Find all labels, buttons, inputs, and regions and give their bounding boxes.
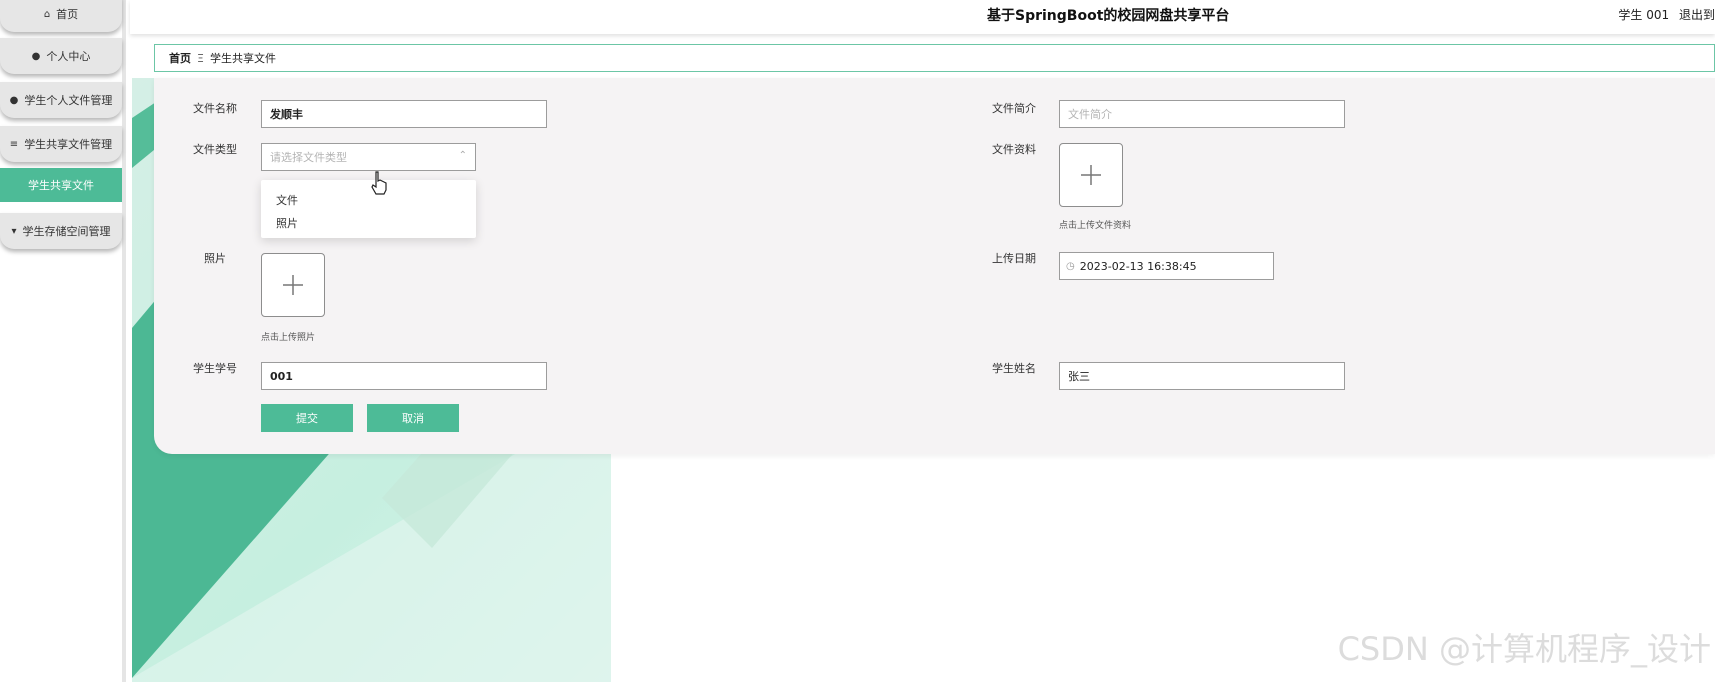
photo-hint: 点击上传照片: [261, 333, 316, 343]
sidebar-item-personal-center[interactable]: ● 个人中心: [0, 38, 122, 74]
file-type-label: 文件类型: [193, 143, 237, 156]
file-material-hint: 点击上传文件资料: [1059, 221, 1132, 231]
breadcrumb: 首页 Ξ 学生共享文件: [154, 44, 1715, 72]
file-type-dropdown: 文件 照片: [261, 180, 476, 238]
cancel-button[interactable]: 取消: [367, 404, 459, 432]
sidebar-item-label: 学生共享文件管理: [24, 138, 113, 151]
user-area: 学生 001 退出到: [1612, 6, 1715, 23]
top-bar: 基于SpringBoot的校园网盘共享平台 学生 001 退出到: [130, 0, 1715, 34]
sidebar-item-home[interactable]: ⌂ 首页: [0, 0, 122, 32]
form-card: 文件名称 发顺丰 文件简介 文件简介 文件类型 请选择文件类型 ⌃ 文件资料 点…: [154, 78, 1715, 454]
submit-button[interactable]: 提交: [261, 404, 353, 432]
dropdown-option-photo[interactable]: 照片: [276, 215, 298, 231]
photo-upload[interactable]: [261, 253, 325, 317]
sidebar-item-label: 个人中心: [46, 50, 91, 63]
breadcrumb-home[interactable]: 首页: [169, 50, 191, 66]
home-icon: ⌂: [43, 8, 51, 20]
file-intro-input[interactable]: 文件简介: [1059, 100, 1345, 128]
file-intro-label: 文件简介: [992, 102, 1036, 115]
file-type-select[interactable]: 请选择文件类型 ⌃: [261, 143, 476, 171]
sidebar-item-label: 学生个人文件管理: [24, 94, 113, 107]
clock-icon: ◷: [1066, 260, 1075, 272]
user-icon: ●: [31, 50, 41, 62]
sidebar: ⌂ 首页 ● 个人中心 ● 学生个人文件管理 ≡ 学生共享文件管理 学生共享文件…: [0, 0, 126, 682]
storage-icon: ▾: [11, 225, 17, 237]
student-no-input[interactable]: 001: [261, 362, 547, 390]
breadcrumb-separator: Ξ: [197, 51, 204, 65]
file-material-upload[interactable]: [1059, 143, 1123, 207]
student-name-label: 学生姓名: [992, 362, 1036, 375]
watermark: CSDN @计算机程序_设计: [1337, 630, 1711, 668]
upload-date-value: 2023-02-13 16:38:45: [1079, 259, 1197, 273]
file-type-placeholder: 请选择文件类型: [270, 151, 347, 164]
student-no-label: 学生学号: [193, 362, 237, 375]
file-name-input[interactable]: 发顺丰: [261, 100, 547, 128]
logout-link[interactable]: 退出到: [1679, 8, 1715, 22]
user-label: 学生 001: [1618, 8, 1670, 22]
list-icon: ≡: [9, 138, 19, 150]
student-name-input[interactable]: 张三: [1059, 362, 1345, 390]
plus-icon: [1081, 165, 1101, 185]
upload-date-label: 上传日期: [992, 252, 1036, 265]
sidebar-item-shared-files-mgmt[interactable]: ≡ 学生共享文件管理: [0, 126, 122, 162]
breadcrumb-current: 学生共享文件: [209, 52, 276, 65]
app-title: 基于SpringBoot的校园网盘共享平台: [987, 8, 1230, 24]
hand-cursor-icon: [371, 171, 387, 195]
user-icon: ●: [9, 94, 19, 106]
sidebar-item-label: 学生共享文件: [28, 179, 94, 192]
sidebar-item-storage-mgmt[interactable]: ▾ 学生存储空间管理: [0, 213, 122, 249]
sidebar-item-label: 首页: [56, 8, 79, 21]
file-material-label: 文件资料: [992, 143, 1036, 156]
sidebar-item-shared-files[interactable]: 学生共享文件: [0, 168, 122, 202]
file-name-label: 文件名称: [193, 102, 237, 115]
photo-label: 照片: [204, 252, 226, 265]
sidebar-item-label: 学生存储空间管理: [22, 225, 111, 238]
dropdown-option-file[interactable]: 文件: [276, 192, 298, 208]
upload-date-input[interactable]: ◷ 2023-02-13 16:38:45: [1059, 252, 1274, 280]
app-root: ⌂ 首页 ● 个人中心 ● 学生个人文件管理 ≡ 学生共享文件管理 学生共享文件…: [0, 0, 1715, 682]
plus-icon: [283, 275, 303, 295]
chevron-up-icon: ⌃: [458, 150, 467, 161]
sidebar-item-personal-files[interactable]: ● 学生个人文件管理: [0, 82, 122, 118]
